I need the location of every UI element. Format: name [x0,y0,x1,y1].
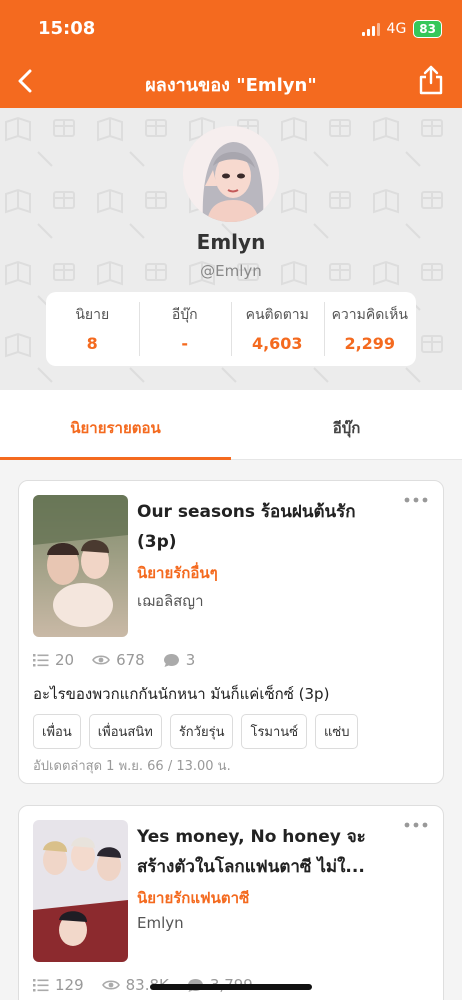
status-time: 15:08 [38,18,96,39]
app-header: ผลงานของ "Emlyn" [0,56,462,108]
stat-value: 4,603 [251,334,303,353]
stat-label: ความคิดเห็น [331,307,408,323]
tag-chip[interactable]: เพื่อนสนิท [88,714,162,749]
stats-panel: นิยาย 8 อีบุ๊ก - คนติดตาม 4,603 ความคิดเ… [46,292,416,366]
stat-label: อีบุ๊ก [171,307,198,323]
views-value: 678 [116,651,145,669]
comments-count: 3 [163,651,196,669]
novel-description: อะไรของพวกแกกันนักหนา มันก็แค่เซ็กซ์ (3p… [33,685,330,703]
network-type: 4G [386,21,407,37]
novel-author[interactable]: เฌอลิสญา [137,589,204,613]
views-count: 678 [92,651,145,669]
profile-section: Emlyn @Emlyn นิยาย 8 อีบุ๊ก - คนติดตาม 4… [0,108,462,390]
chapters-count: 20 [33,651,74,669]
novel-card[interactable]: Our seasons ร้อนฝนต้นรัก (3p) นิยายรักอื… [18,480,444,784]
share-icon [419,65,443,95]
eye-icon [101,980,120,990]
chevron-left-icon [18,69,32,93]
stat-followers[interactable]: คนติดตาม 4,603 [231,292,324,366]
list-icon [33,654,49,667]
stat-ebooks[interactable]: อีบุ๊ก - [138,292,232,366]
chapters-value: 20 [55,651,75,669]
battery-icon: 83 [413,20,442,38]
chapters-count: 129 [33,976,84,994]
comments-value: 3 [185,651,196,669]
status-indicators: 4G 83 [361,20,442,38]
share-button[interactable] [416,64,446,96]
page-title: ผลงานของ "Emlyn" [145,75,317,96]
updated-date: อัปเดตล่าสุด 1 พ.ย. 66 / 13.00 น. [33,759,231,774]
more-options-icon[interactable] [403,495,429,509]
top-bar: 15:08 4G 83 ผลงานของ "Emlyn" [0,0,462,108]
avatar-illustration [183,126,279,222]
novel-cover[interactable] [33,820,128,962]
tag-chip[interactable]: แซ่บ [315,714,359,749]
more-options-icon[interactable] [403,820,429,834]
tag-chip[interactable]: เพื่อน [33,714,81,749]
novel-category[interactable]: นิยายรักแฟนตาซี [137,886,249,910]
tag-chip[interactable]: รักวัยรุ่น [169,714,234,749]
tag-list: เพื่อน เพื่อนสนิท รักวัยรุ่น โรมานซ์ แซ่… [33,714,359,749]
stat-value: 2,299 [344,334,396,353]
status-bar: 15:08 4G 83 [0,0,462,56]
signal-icon [361,22,380,36]
home-indicator[interactable] [150,984,312,990]
novel-title[interactable]: Our seasons ร้อนฝนต้นรัก (3p) [137,497,399,557]
novel-author[interactable]: Emlyn [137,914,184,932]
stat-label: นิยาย [75,307,110,323]
novel-card[interactable]: Yes money, No honey จะสร้างตัวในโลกแฟนตา… [18,805,444,1000]
profile-handle: @Emlyn [200,262,262,280]
stat-value: 8 [86,334,98,353]
novel-cover[interactable] [33,495,128,637]
avatar[interactable] [183,126,279,222]
profile-name: Emlyn [196,230,266,254]
tab-ebooks[interactable]: อีบุ๊ก [231,390,462,459]
novel-title[interactable]: Yes money, No honey จะสร้างตัวในโลกแฟนตา… [137,822,399,882]
battery-level: 83 [419,22,436,36]
list-icon [33,979,49,992]
eye-icon [92,655,111,665]
comment-icon [163,653,179,667]
chapters-value: 129 [55,976,84,994]
stat-label: คนติดตาม [245,307,309,323]
novel-list: Our seasons ร้อนฝนต้นรัก (3p) นิยายรักอื… [0,460,462,1000]
stat-value: - [181,334,189,353]
stat-novels[interactable]: นิยาย 8 [46,292,139,366]
tag-chip[interactable]: โรมานซ์ [241,714,308,749]
back-button[interactable] [10,66,40,96]
novel-meta: 20 678 3 [33,651,195,669]
tab-bar: นิยายรายตอน อีบุ๊ก [0,390,462,460]
stat-comments[interactable]: ความคิดเห็น 2,299 [323,292,417,366]
novel-category[interactable]: นิยายรักอื่นๆ [137,561,218,585]
tab-serial-novels[interactable]: นิยายรายตอน [0,390,231,460]
